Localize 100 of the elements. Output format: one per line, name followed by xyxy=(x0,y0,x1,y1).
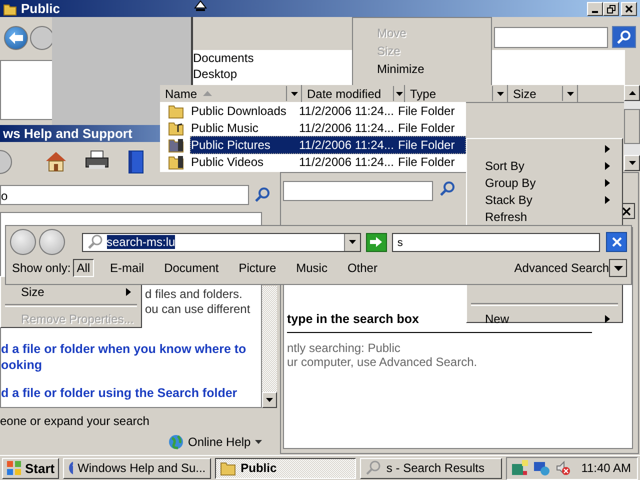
search-icon[interactable] xyxy=(439,181,455,197)
menu-item[interactable]: Minimize xyxy=(353,60,428,78)
computer-icon[interactable] xyxy=(533,460,552,476)
home-icon[interactable] xyxy=(44,150,68,172)
help-paragraph: d files and folders. ou can use different xyxy=(145,287,250,317)
right-arrow-icon xyxy=(369,236,384,248)
file-row[interactable]: Public Pictures 11/2/2006 11:24... File Folder xyxy=(190,136,466,154)
type-cell-text: File Folder xyxy=(398,120,456,134)
start-logo-icon xyxy=(6,460,22,476)
restore-icon xyxy=(606,4,616,14)
advanced-search-link[interactable]: Advanced Search xyxy=(514,261,609,275)
menu-item[interactable]: Refresh xyxy=(485,210,528,224)
folder-icon xyxy=(168,136,184,152)
dropdown-button[interactable] xyxy=(344,234,360,250)
filter-button[interactable]: Music xyxy=(292,259,332,277)
column-dropdown-button[interactable] xyxy=(562,86,577,101)
file-row[interactable]: Public Downloads 11/2/2006 11:24... File Folder xyxy=(190,102,466,120)
scroll-thumb[interactable] xyxy=(624,109,640,144)
caret-icon[interactable] xyxy=(254,440,262,444)
folder-icon xyxy=(3,2,17,16)
submenu-arrow-icon[interactable] xyxy=(605,144,610,152)
filter-button[interactable]: Document xyxy=(160,259,223,277)
search-button[interactable] xyxy=(612,26,636,48)
search-icon[interactable] xyxy=(254,187,270,203)
forward-button[interactable] xyxy=(38,229,64,255)
filter-button[interactable]: Other xyxy=(343,259,382,277)
folder-icon xyxy=(168,120,184,136)
sort-arrow-icon xyxy=(203,91,212,96)
online-help-link[interactable]: Online Help xyxy=(188,435,251,449)
menu-item[interactable]: Stack By xyxy=(485,192,532,206)
printer-icon[interactable] xyxy=(84,150,110,170)
help-link[interactable]: d a file or folder when you know where to xyxy=(1,341,246,357)
menu-item[interactable]: Size xyxy=(21,285,44,299)
info-text: ntly searching: Public xyxy=(287,341,400,355)
search-field[interactable] xyxy=(494,27,608,48)
close-search-button[interactable] xyxy=(606,232,627,252)
down-arrow-icon xyxy=(628,161,636,165)
close-icon xyxy=(622,206,630,216)
date-cell-text: 11/2/2006 11:24... xyxy=(299,120,395,134)
menu-item[interactable]: New xyxy=(485,312,510,326)
back-button[interactable] xyxy=(4,26,28,50)
scrollbar[interactable] xyxy=(624,85,640,171)
folder-list-item[interactable]: Desktop xyxy=(193,66,238,82)
caret-icon xyxy=(290,92,298,96)
caret-icon xyxy=(496,92,504,96)
file-row[interactable]: Public Music 11/2/2006 11:24... File Folder xyxy=(190,118,466,136)
date-cell-text: 11/2/2006 11:24... xyxy=(299,154,395,168)
folder-list-item[interactable]: Documents xyxy=(193,50,254,66)
scroll-down-button[interactable] xyxy=(262,392,277,408)
speaker-muted-icon[interactable] xyxy=(555,460,572,476)
menu-item[interactable]: Group By xyxy=(485,176,536,190)
down-arrow-icon xyxy=(266,398,273,402)
back-button[interactable] xyxy=(10,229,36,255)
search-field[interactable] xyxy=(283,181,433,201)
type-cell-text: File Folder xyxy=(398,138,456,152)
taskbar-button[interactable]: s - Search Results xyxy=(360,458,502,478)
taskbar-button[interactable]: Windows Help and Su... xyxy=(62,458,211,478)
caret-icon xyxy=(614,266,622,270)
minimize-button[interactable] xyxy=(587,2,603,16)
filter-button[interactable]: E-mail xyxy=(106,259,148,277)
column-dropdown-button[interactable] xyxy=(492,86,507,101)
address-field[interactable]: search-ms:lu xyxy=(82,232,361,252)
caret-icon xyxy=(348,240,356,244)
filter-button[interactable]: All xyxy=(72,259,94,277)
filter-button[interactable]: Picture xyxy=(234,259,280,277)
file-name: Public Pictures xyxy=(191,138,272,152)
status-text: eone or expand your search xyxy=(0,414,150,428)
filter-label: Show only: xyxy=(12,261,71,275)
scroll-down-button[interactable] xyxy=(624,155,640,171)
go-button[interactable] xyxy=(366,232,388,252)
start-button[interactable]: Start xyxy=(2,458,59,478)
clock: 11:40 AM xyxy=(581,461,631,475)
type-cell-text: File Folder xyxy=(398,104,456,118)
search-query-field[interactable]: s xyxy=(392,232,600,252)
help-link[interactable]: d a file or folder using the Search folder xyxy=(1,385,238,401)
column-header[interactable]: Size xyxy=(508,85,578,102)
taskbar-button[interactable]: Public xyxy=(214,458,356,478)
column-dropdown-button[interactable] xyxy=(286,86,301,101)
globe-icon xyxy=(168,434,184,450)
search-icon xyxy=(86,234,102,250)
navigation-pane xyxy=(0,60,54,120)
column-dropdown-button[interactable] xyxy=(393,86,404,101)
search-icon xyxy=(365,460,382,476)
close-icon xyxy=(612,237,622,247)
menu-item[interactable]: Sort By xyxy=(485,158,524,172)
book-icon[interactable] xyxy=(127,150,145,174)
date-cell-text: 11/2/2006 11:24... xyxy=(299,104,395,118)
scroll-up-button[interactable] xyxy=(624,85,640,101)
restore-button[interactable] xyxy=(603,2,619,16)
address-text: search-ms:lu xyxy=(106,235,176,249)
search-field[interactable]: o xyxy=(0,185,249,205)
date-cell-text: 11/2/2006 11:24... xyxy=(299,138,395,152)
results-heading: type in the search box xyxy=(287,312,419,326)
help-link[interactable]: ooking xyxy=(1,357,42,373)
file-row[interactable]: Public Videos 11/2/2006 11:24... File Folder xyxy=(190,152,466,170)
forward-button[interactable] xyxy=(30,26,54,50)
file-name: Public Downloads xyxy=(191,104,288,118)
file-name: Public Videos xyxy=(191,154,264,168)
dropdown-button[interactable] xyxy=(609,259,627,277)
network-icon[interactable] xyxy=(511,460,530,476)
